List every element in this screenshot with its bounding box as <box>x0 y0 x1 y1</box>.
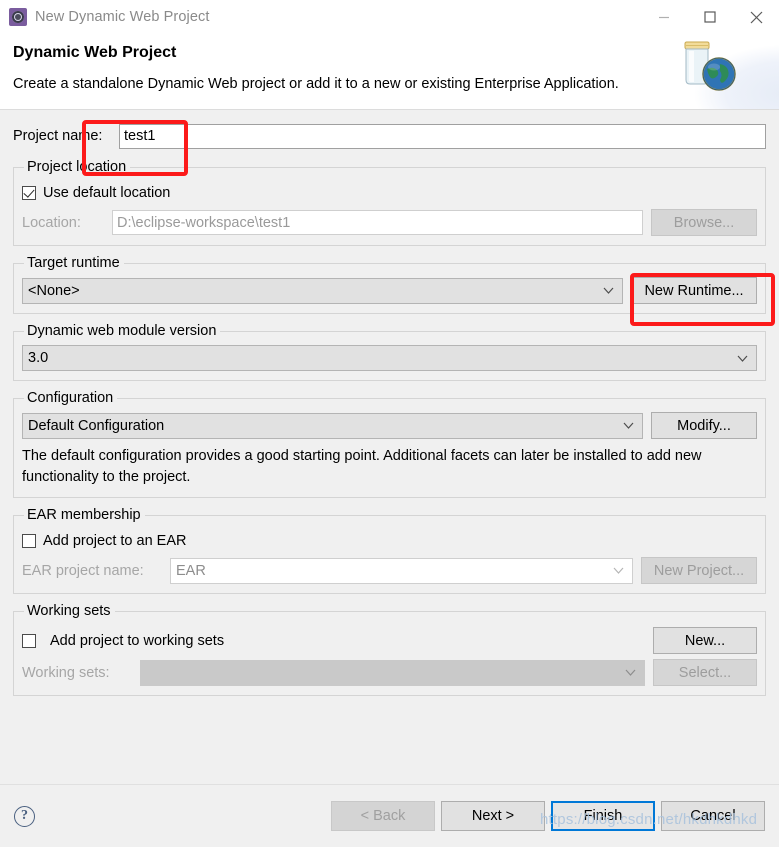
help-icon[interactable]: ? <box>14 805 35 827</box>
war-jar-globe-icon <box>659 34 779 109</box>
use-default-location-row[interactable]: Use default location <box>22 182 757 204</box>
target-runtime-select[interactable]: <None> <box>22 277 623 304</box>
target-runtime-row: <None> New Runtime... <box>22 277 757 304</box>
target-runtime-value: <None> <box>28 282 80 299</box>
add-to-working-sets-checkbox[interactable] <box>22 633 36 648</box>
ear-membership-group: EAR membership Add project to an EAR EAR… <box>13 507 766 595</box>
next-button[interactable]: Next > <box>441 801 545 831</box>
chevron-down-icon <box>603 287 618 294</box>
back-button: < Back <box>331 801 435 831</box>
new-runtime-button[interactable]: New Runtime... <box>631 277 757 304</box>
working-sets-group: Working sets Add project to working sets… <box>13 603 766 697</box>
eclipse-project-icon <box>9 8 27 26</box>
watermark-text: https://blog.csdn.net/hkdhkdhkd <box>540 811 758 828</box>
ear-membership-legend: EAR membership <box>27 507 141 524</box>
configuration-row: Default Configuration Modify... <box>22 412 757 439</box>
chevron-down-icon <box>613 567 628 574</box>
wizard-header: Dynamic Web Project Create a standalone … <box>0 34 779 110</box>
browse-button: Browse... <box>651 209 757 236</box>
chevron-down-icon <box>623 422 638 429</box>
ear-project-name-select: EAR <box>170 557 633 584</box>
configuration-legend: Configuration <box>27 390 114 406</box>
select-working-set-button: Select... <box>653 659 757 687</box>
location-label: Location: <box>22 214 81 231</box>
minimize-icon[interactable] <box>641 0 687 34</box>
page-description: Create a standalone Dynamic Web project … <box>13 76 619 92</box>
maximize-icon[interactable] <box>687 0 733 34</box>
working-sets-row: Working sets: Select... <box>22 659 757 687</box>
window-controls <box>641 0 779 34</box>
configuration-group: Configuration Default Configuration Modi… <box>13 390 766 499</box>
location-input: D:\eclipse-workspace\test1 <box>112 210 643 235</box>
module-version-value: 3.0 <box>28 350 49 366</box>
configuration-value: Default Configuration <box>28 417 165 434</box>
add-to-working-sets-row[interactable]: Add project to working sets New... <box>22 627 757 655</box>
working-sets-legend: Working sets <box>27 603 111 620</box>
new-dynamic-web-project-dialog: New Dynamic Web Project Dynamic Web Proj… <box>0 0 779 847</box>
wizard-body: Project name: test1 Project location Use… <box>0 110 779 784</box>
use-default-location-checkbox[interactable] <box>22 186 36 200</box>
add-to-ear-label: Add project to an EAR <box>43 533 187 550</box>
window-title: New Dynamic Web Project <box>35 9 210 25</box>
ear-project-name-label: EAR project name: <box>22 562 144 579</box>
chevron-down-icon <box>737 355 752 362</box>
working-sets-label: Working sets: <box>22 664 110 681</box>
project-name-row: Project name: test1 <box>13 122 766 150</box>
module-version-group: Dynamic web module version 3.0 <box>13 323 766 381</box>
add-to-ear-checkbox[interactable] <box>22 534 36 549</box>
target-runtime-group: Target runtime <None> New Runtime... <box>13 255 766 314</box>
add-to-ear-row[interactable]: Add project to an EAR <box>22 530 757 552</box>
configuration-select[interactable]: Default Configuration <box>22 412 643 439</box>
module-version-select[interactable]: 3.0 <box>22 345 757 371</box>
globe-shape <box>702 57 736 91</box>
project-location-group: Project location Use default location Lo… <box>13 159 766 246</box>
project-name-label: Project name: <box>13 128 103 144</box>
use-default-location-label: Use default location <box>43 185 171 201</box>
modify-button[interactable]: Modify... <box>651 412 757 439</box>
new-ear-project-button: New Project... <box>641 557 757 585</box>
location-row: Location: D:\eclipse-workspace\test1 Bro… <box>22 209 757 236</box>
working-sets-select <box>140 659 645 686</box>
close-icon[interactable] <box>733 0 779 34</box>
project-name-input[interactable]: test1 <box>119 123 766 149</box>
ear-project-name-value: EAR <box>176 562 206 579</box>
module-version-legend: Dynamic web module version <box>27 323 217 339</box>
project-location-legend: Project location <box>27 159 127 175</box>
configuration-description: The default configuration provides a goo… <box>22 448 702 486</box>
chevron-down-icon <box>625 669 640 676</box>
new-working-set-button[interactable]: New... <box>653 627 757 655</box>
title-bar: New Dynamic Web Project <box>0 0 779 34</box>
target-runtime-legend: Target runtime <box>27 255 120 271</box>
page-title: Dynamic Web Project <box>13 44 177 61</box>
ear-project-row: EAR project name: EAR New Project... <box>22 557 757 585</box>
add-to-working-sets-label: Add project to working sets <box>50 632 225 649</box>
